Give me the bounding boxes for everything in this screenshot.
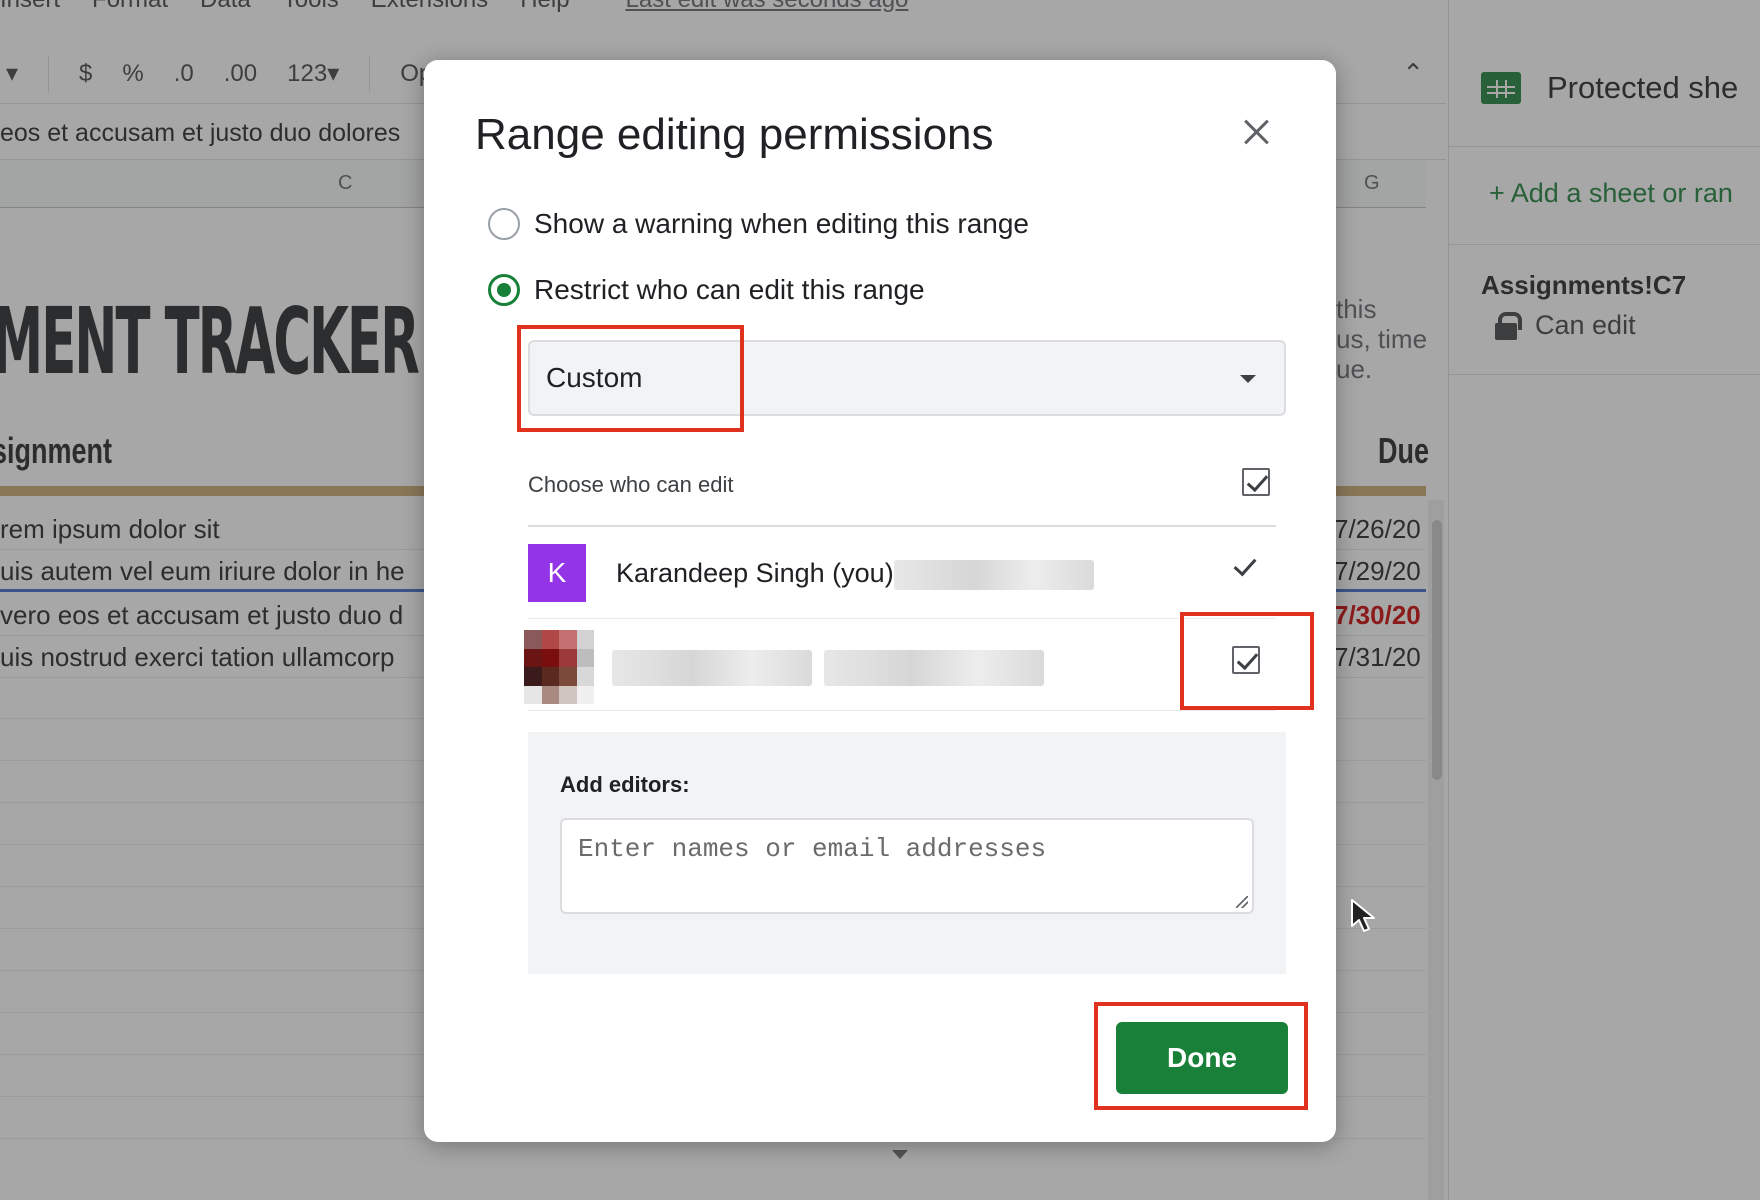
choose-who-can-edit-label: Choose who can edit (528, 472, 734, 497)
add-editors-placeholder: Enter names or email addresses (578, 834, 1047, 864)
add-editors-input[interactable]: Enter names or email addresses (560, 818, 1254, 914)
close-icon[interactable] (1236, 112, 1276, 152)
add-editors-section: Add editors: Enter names or email addres… (528, 732, 1286, 974)
highlight-custom-dropdown (517, 325, 744, 432)
avatar: K (528, 544, 586, 602)
highlight-user-checkbox (1180, 612, 1314, 710)
blurred-email (894, 560, 1094, 590)
list-divider (528, 710, 1276, 711)
option-show-warning-label: Show a warning when editing this range (534, 208, 1029, 239)
select-all-checkbox[interactable] (1242, 468, 1270, 496)
blurred-email (824, 650, 1044, 686)
radio-show-warning[interactable] (488, 208, 520, 240)
scroll-down-arrow-icon (892, 1150, 908, 1159)
add-editors-label: Add editors: (560, 772, 690, 797)
dialog-title: Range editing permissions (475, 110, 994, 159)
option-restrict-label: Restrict who can edit this range (534, 274, 925, 305)
caret-down-icon (1240, 375, 1256, 383)
range-permissions-dialog: Range editing permissions Show a warning… (424, 60, 1336, 1142)
option-show-warning[interactable]: Show a warning when editing this range (488, 208, 1029, 240)
resize-grip-icon[interactable] (1236, 896, 1248, 908)
user-checkbox-checked[interactable] (1232, 554, 1258, 580)
highlight-done-button (1094, 1002, 1308, 1110)
blurred-user-name (612, 650, 812, 686)
radio-restrict[interactable] (488, 274, 520, 306)
option-restrict[interactable]: Restrict who can edit this range (488, 274, 925, 306)
list-divider (528, 618, 1276, 619)
list-divider (528, 525, 1276, 527)
blurred-avatar (524, 630, 594, 704)
user-name: Karandeep Singh (you) (616, 558, 894, 588)
mouse-cursor-icon (1351, 899, 1375, 932)
